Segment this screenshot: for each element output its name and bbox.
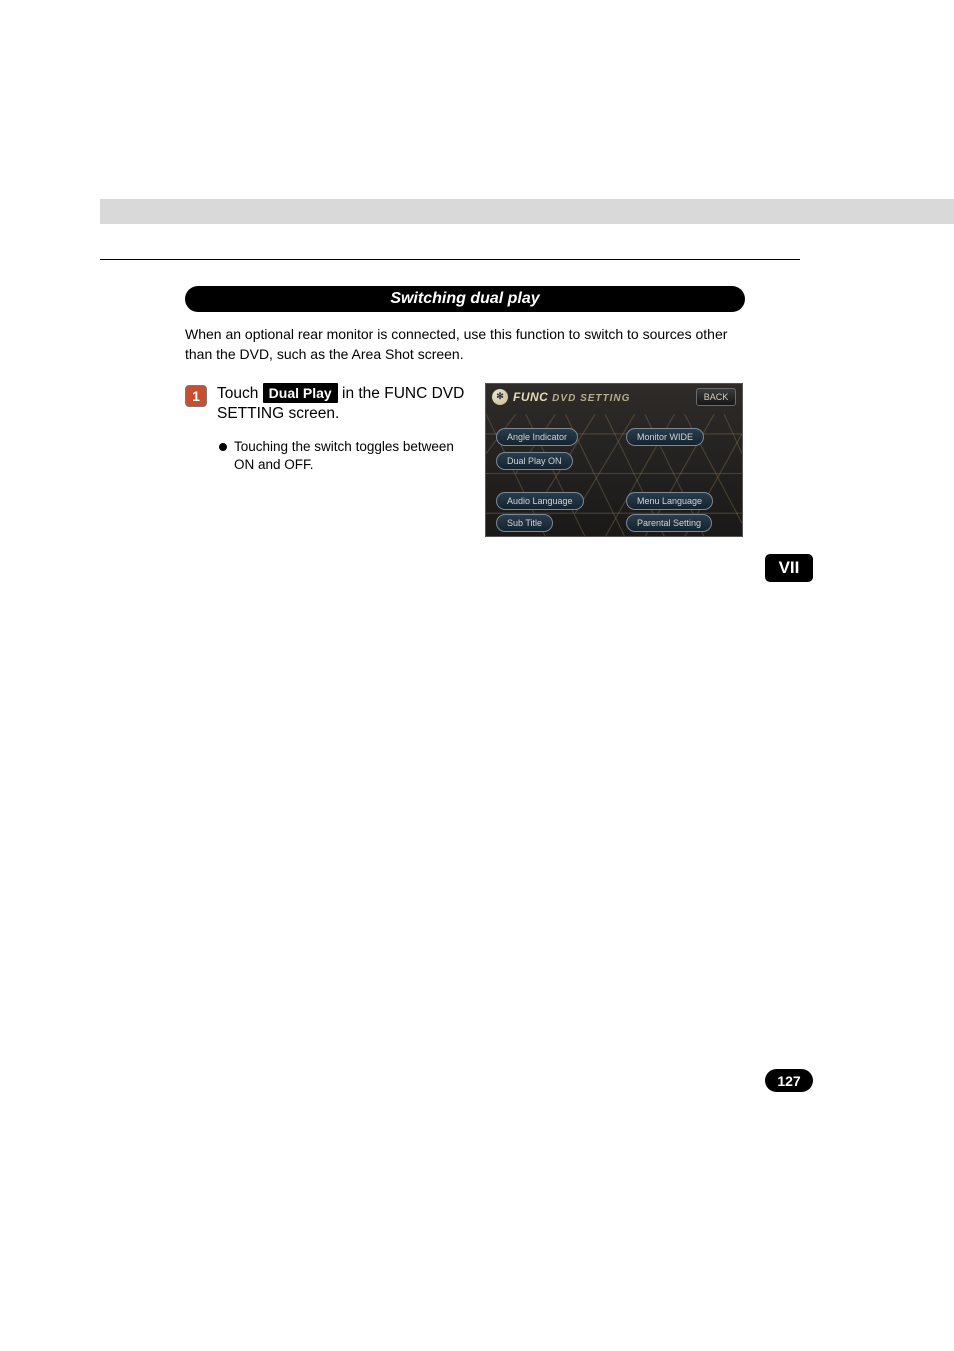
parental-setting-button[interactable]: Parental Setting (626, 514, 712, 532)
screenshot-title: FUNC DVD SETTING (513, 390, 630, 404)
step-pre-text: Touch (217, 385, 263, 402)
angle-indicator-button[interactable]: Angle Indicator (496, 428, 578, 446)
title-main: FUNC (513, 390, 548, 404)
func-icon: ✻ (492, 389, 508, 405)
monitor-wide-button[interactable]: Monitor WIDE (626, 428, 704, 446)
bullet-text: Touching the switch toggles between ON a… (234, 438, 465, 474)
dual-play-label: Dual Play (263, 383, 338, 403)
horizontal-rule (100, 259, 800, 260)
bullet-note: Touching the switch toggles between ON a… (219, 438, 465, 474)
menu-language-button[interactable]: Menu Language (626, 492, 713, 510)
title-sub: DVD SETTING (552, 393, 630, 404)
section-tab: VII (765, 554, 813, 582)
audio-language-button[interactable]: Audio Language (496, 492, 584, 510)
left-column: 1 Touch Dual Play in the FUNC DVD SETTIN… (185, 383, 465, 537)
intro-paragraph: When an optional rear monitor is connect… (185, 324, 745, 365)
step-text: Touch Dual Play in the FUNC DVD SETTING … (217, 383, 465, 424)
step-1: 1 Touch Dual Play in the FUNC DVD SETTIN… (185, 383, 465, 424)
dual-play-on-button[interactable]: Dual Play ON (496, 452, 573, 470)
page-number: 127 (765, 1069, 813, 1092)
sub-title-button[interactable]: Sub Title (496, 514, 553, 532)
back-button[interactable]: BACK (696, 388, 736, 406)
right-column: ✻ FUNC DVD SETTING BACK (485, 383, 745, 537)
dvd-setting-screenshot: ✻ FUNC DVD SETTING BACK (485, 383, 743, 537)
header-gray-band (100, 199, 954, 224)
section-heading: Switching dual play (185, 286, 745, 312)
two-column-layout: 1 Touch Dual Play in the FUNC DVD SETTIN… (185, 383, 755, 537)
bullet-icon (219, 443, 227, 451)
content-area: Switching dual play When an optional rea… (185, 286, 755, 537)
step-number-badge: 1 (185, 385, 207, 407)
screenshot-header: ✻ FUNC DVD SETTING BACK (486, 384, 742, 410)
screenshot-body: Angle Indicator Monitor WIDE Dual Play O… (486, 414, 742, 536)
